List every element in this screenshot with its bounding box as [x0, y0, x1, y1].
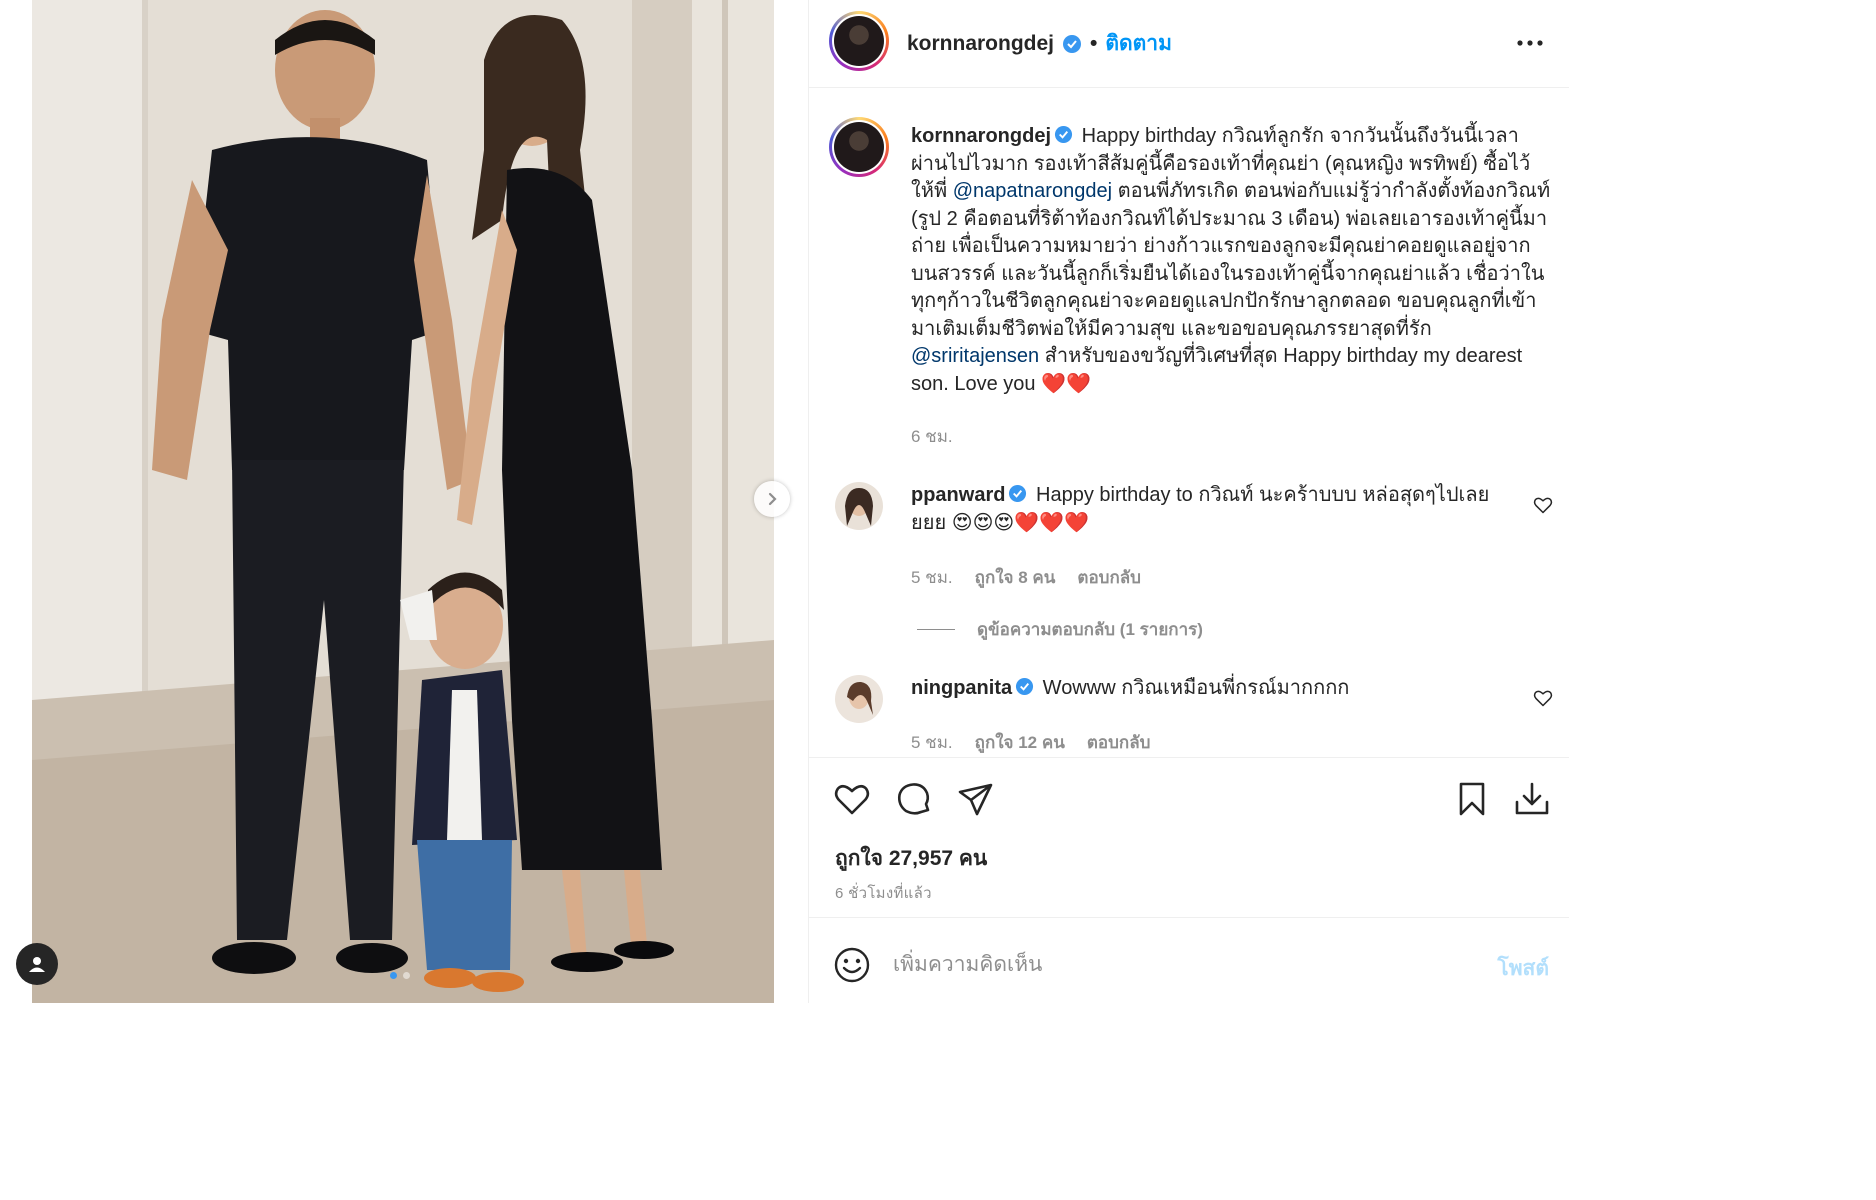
- comment-username[interactable]: ningpanita: [911, 677, 1012, 699]
- comment-body: ppanward Happy birthday to กวิณท์ นะคร้า…: [911, 482, 1511, 537]
- tagged-users-button[interactable]: [16, 943, 58, 985]
- comment-username[interactable]: ppanward: [911, 484, 1005, 506]
- view-replies-button[interactable]: ดูข้อความตอบกลับ (1 รายการ): [917, 616, 1203, 643]
- divider: [917, 629, 955, 630]
- avatar: [835, 482, 883, 530]
- header-separator: •: [1090, 31, 1098, 55]
- avatar: [835, 675, 883, 723]
- carousel-indicator: [390, 972, 410, 979]
- like-count[interactable]: ถูกใจ 27,957 คน: [835, 842, 987, 875]
- heart-icon[interactable]: [833, 780, 871, 818]
- reply-button[interactable]: ตอบกลับ: [1087, 729, 1151, 756]
- verified-badge-icon: [1054, 125, 1073, 144]
- add-comment-bar: โพสต์: [809, 917, 1569, 1003]
- post-actions: ถูกใจ 27,957 คน 6 ชั่วโมงที่แล้ว: [809, 757, 1569, 917]
- comment-avatar[interactable]: [835, 675, 883, 723]
- chevron-right-icon: [768, 492, 777, 506]
- comments-section[interactable]: kornnarongdej Happy birthday กวิณท์ลูกรั…: [809, 89, 1569, 757]
- caption-mention[interactable]: @napatnarongdej: [953, 180, 1112, 202]
- caption-username[interactable]: kornnarongdej: [911, 125, 1051, 147]
- verified-badge-icon: [1016, 677, 1034, 696]
- tag-user-icon: [29, 957, 45, 972]
- download-icon[interactable]: [1513, 780, 1551, 818]
- header-username[interactable]: kornnarongdej: [907, 32, 1054, 56]
- comment-time[interactable]: 5 ชม.: [911, 564, 953, 591]
- comment-time[interactable]: 5 ชม.: [911, 729, 953, 756]
- header-avatar[interactable]: [829, 11, 889, 71]
- verified-badge-icon: [1063, 34, 1082, 53]
- more-options-button[interactable]: [1515, 28, 1545, 58]
- view-replies-label: ดูข้อความตอบกลับ (1 รายการ): [977, 620, 1203, 639]
- carousel-dot-active: [390, 972, 397, 979]
- post-media-area: [0, 0, 808, 1003]
- comment-like-heart-icon[interactable]: [1533, 495, 1553, 515]
- verified-badge-icon: [1009, 484, 1027, 503]
- caption-text: ตอนพี่ภัทรเกิด ตอนพ่อกับแม่รู้ว่ากำลังตั…: [911, 180, 1551, 340]
- comment-icon[interactable]: [895, 780, 933, 818]
- comment-meta: 5 ชม. ถูกใจ 12 คน ตอบกลับ: [911, 729, 1150, 756]
- more-options-icon: [1517, 40, 1543, 46]
- comment-meta: 5 ชม. ถูกใจ 8 คน ตอบกลับ: [911, 564, 1141, 591]
- post-side-panel: kornnarongdej • ติดตาม kornnarongdej Hap…: [808, 0, 1569, 1003]
- emoji-icon[interactable]: [833, 946, 871, 984]
- caption-mention[interactable]: @sriritajensen: [911, 345, 1039, 367]
- comment-body: ningpanita Wowww กวิณเหมือนพี่กรณ์มากกกก: [911, 675, 1511, 703]
- comment-likes[interactable]: ถูกใจ 12 คน: [975, 729, 1065, 756]
- caption-timestamp[interactable]: 6 ชม.: [911, 423, 953, 450]
- post-photo[interactable]: [32, 0, 774, 1003]
- post-time-ago[interactable]: 6 ชั่วโมงที่แล้ว: [835, 881, 932, 905]
- family-photo-illustration: [32, 0, 774, 1003]
- post-comment-button[interactable]: โพสต์: [1497, 952, 1549, 985]
- comment-text: Wowww กวิณเหมือนพี่กรณ์มากกกก: [1042, 677, 1350, 699]
- comment-likes[interactable]: ถูกใจ 8 คน: [975, 564, 1056, 591]
- carousel-dot: [403, 972, 410, 979]
- carousel-next-button[interactable]: [754, 481, 790, 517]
- caption-avatar[interactable]: [829, 117, 889, 177]
- post-caption: kornnarongdej Happy birthday กวิณท์ลูกรั…: [911, 123, 1551, 398]
- post-header: kornnarongdej • ติดตาม: [809, 0, 1569, 88]
- comment-like-heart-icon[interactable]: [1533, 688, 1553, 708]
- comment-avatar[interactable]: [835, 482, 883, 530]
- bookmark-icon[interactable]: [1453, 780, 1491, 818]
- follow-button[interactable]: ติดตาม: [1105, 27, 1172, 60]
- share-icon[interactable]: [957, 780, 995, 818]
- comment-input[interactable]: [893, 948, 1453, 982]
- reply-button[interactable]: ตอบกลับ: [1077, 564, 1141, 591]
- header-user-row: kornnarongdej • ติดตาม: [907, 27, 1172, 60]
